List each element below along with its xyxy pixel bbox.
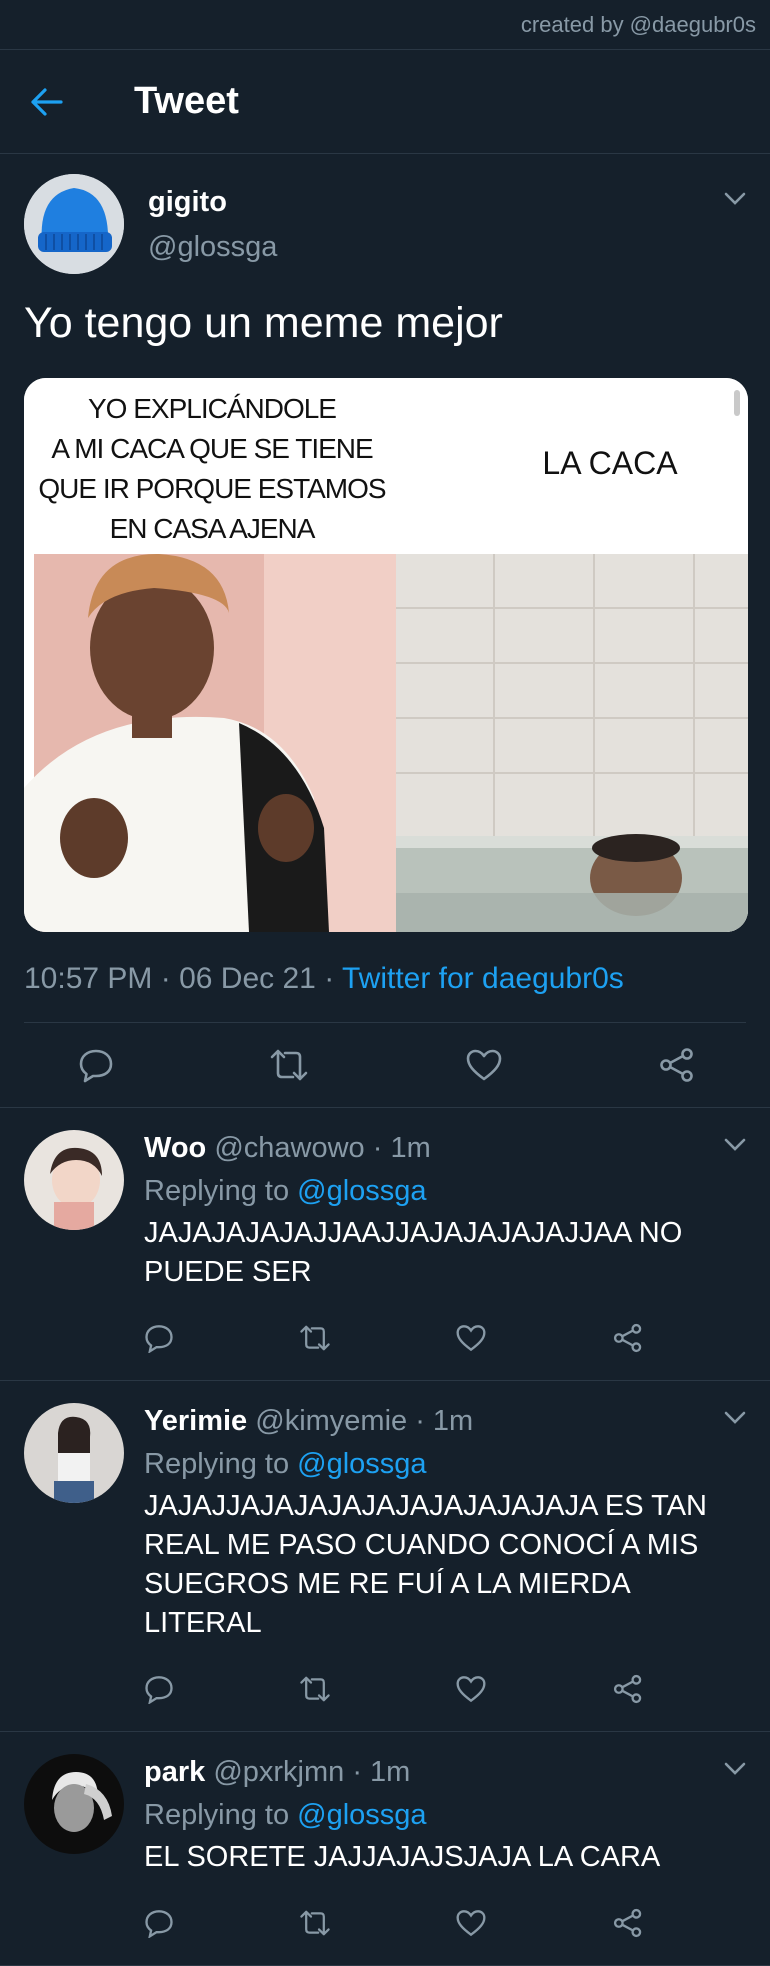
share-button[interactable] — [658, 1047, 696, 1083]
chevron-down-icon — [724, 1138, 746, 1151]
reply-menu-button[interactable] — [724, 1762, 746, 1781]
retweet-button[interactable] — [299, 1908, 331, 1938]
meme-left-caption-line: EN CASA AJENA — [110, 513, 316, 544]
retweet-icon — [271, 1049, 308, 1081]
chevron-down-icon — [724, 1762, 746, 1775]
share-button[interactable] — [612, 1908, 644, 1938]
reply-time: · 1m — [344, 1755, 411, 1788]
tweet-author: gigito @glossga — [24, 154, 746, 274]
like-icon — [456, 1676, 486, 1703]
back-arrow-icon — [31, 87, 63, 116]
avatar[interactable] — [24, 1402, 124, 1503]
like-button[interactable] — [455, 1908, 487, 1938]
meme-left-caption-line: A MI CACA QUE SE TIENE — [51, 433, 373, 464]
reply-actions — [144, 1903, 644, 1943]
reply-button[interactable] — [78, 1047, 114, 1083]
share-button[interactable] — [612, 1674, 644, 1704]
reply-time: · 1m — [407, 1404, 474, 1437]
like-button[interactable] — [455, 1323, 487, 1353]
meme-right-caption: LA CACA — [542, 445, 678, 481]
author-handle[interactable]: @glossga — [148, 231, 277, 264]
like-icon — [456, 1910, 486, 1937]
watermark: created by @daegubr0s — [520, 11, 756, 37]
retweet-icon — [299, 1325, 330, 1351]
tweet-date: 06 Dec 21 — [179, 961, 316, 995]
page-title: Tweet — [134, 80, 239, 122]
avatar[interactable] — [24, 1129, 124, 1230]
share-icon — [613, 1908, 642, 1937]
reply-icon — [145, 1676, 173, 1704]
reply-author-handle[interactable]: @kimyemie — [255, 1405, 407, 1437]
chevron-down-icon — [724, 1411, 746, 1424]
reply-actions — [144, 1318, 644, 1358]
reply-button[interactable] — [144, 1674, 174, 1704]
share-icon — [613, 1323, 642, 1352]
like-icon — [466, 1049, 501, 1081]
tweet-time: 10:57 PM — [24, 961, 153, 995]
reply-text: EL SORETE JAJJAJAJSJAJA LA CARA — [144, 1840, 661, 1873]
meta-separator: · — [152, 961, 180, 995]
watermark-bar: created by @daegubr0s — [0, 0, 770, 50]
reply-actions — [144, 1669, 644, 1709]
reply-icon — [145, 1325, 173, 1353]
reply-menu-button[interactable] — [724, 1138, 746, 1157]
main-tweet: gigito @glossga Yo tengo un meme mejor Y… — [0, 154, 770, 1108]
tweet-menu-button[interactable] — [724, 192, 746, 211]
reply-author-handle[interactable]: @pxrkjmn — [213, 1756, 344, 1788]
reply-tweet[interactable]: Woo @chawowo · 1m Replying to @glossga J… — [0, 1108, 770, 1381]
reply-author-handle[interactable]: @chawowo — [214, 1132, 364, 1164]
replying-to-label: Replying to — [144, 1174, 298, 1207]
meme-left-caption-line: YO EXPLICÁNDOLE — [88, 393, 336, 424]
retweet-button[interactable] — [299, 1323, 331, 1353]
author-name[interactable]: gigito — [148, 186, 277, 219]
share-icon — [660, 1048, 693, 1082]
reply-icon — [145, 1910, 173, 1938]
reply-author-name[interactable]: Woo — [144, 1132, 206, 1164]
replying-to-label: Replying to — [144, 1798, 298, 1831]
mention-link[interactable]: @glossga — [297, 1448, 426, 1480]
reply-button[interactable] — [144, 1908, 174, 1938]
like-icon — [456, 1325, 486, 1352]
tweet-media[interactable]: YO EXPLICÁNDOLE A MI CACA QUE SE TIENE Q… — [24, 377, 748, 932]
retweet-button[interactable] — [269, 1047, 309, 1083]
retweet-icon — [299, 1676, 330, 1702]
chevron-down-icon — [724, 192, 746, 205]
like-button[interactable] — [465, 1047, 503, 1083]
reply-tweet[interactable]: Yerimie @kimyemie · 1m Replying to @glos… — [0, 1381, 770, 1732]
tweet-source-link[interactable]: Twitter for daegubr0s — [342, 962, 624, 995]
reply-text: JAJAJAJAJAJJAAJJAJAJAJAJAJJAA NO PUEDE S… — [144, 1216, 683, 1288]
tweet-actions — [24, 1023, 746, 1107]
like-button[interactable] — [455, 1674, 487, 1704]
reply-time: · 1m — [364, 1131, 431, 1164]
reply-author-name[interactable]: Yerimie — [144, 1405, 247, 1437]
mention-link[interactable]: @glossga — [297, 1175, 426, 1207]
tweet-meta: 10:57 PM · 06 Dec 21 · Twitter for daegu… — [24, 962, 746, 1023]
top-bar: Tweet — [0, 50, 770, 154]
share-icon — [613, 1674, 642, 1703]
meme-left-photo — [24, 553, 396, 932]
mention-link[interactable]: @glossga — [297, 1799, 426, 1831]
meme-right-photo — [396, 553, 748, 932]
avatar[interactable] — [24, 1753, 124, 1854]
reply-menu-button[interactable] — [724, 1411, 746, 1430]
retweet-icon — [299, 1910, 330, 1936]
reply-author-name[interactable]: park — [144, 1756, 205, 1788]
tweet-text: Yo tengo un meme mejor — [24, 299, 503, 347]
reply-button[interactable] — [144, 1323, 174, 1353]
reply-icon — [79, 1049, 113, 1083]
reply-tweet[interactable]: park @pxrkjmn · 1m Replying to @glossga … — [0, 1732, 770, 1966]
retweet-button[interactable] — [299, 1674, 331, 1704]
replying-to-label: Replying to — [144, 1447, 298, 1480]
share-button[interactable] — [612, 1323, 644, 1353]
meta-separator: · — [315, 961, 342, 995]
avatar[interactable] — [24, 174, 124, 274]
reply-text: JAJAJJAJAJAJAJAJAJAJAJAJAJA ES TAN REAL … — [144, 1489, 707, 1639]
meme-left-caption-line: QUE IR PORQUE ESTAMOS — [38, 473, 386, 504]
back-button[interactable] — [30, 87, 90, 117]
